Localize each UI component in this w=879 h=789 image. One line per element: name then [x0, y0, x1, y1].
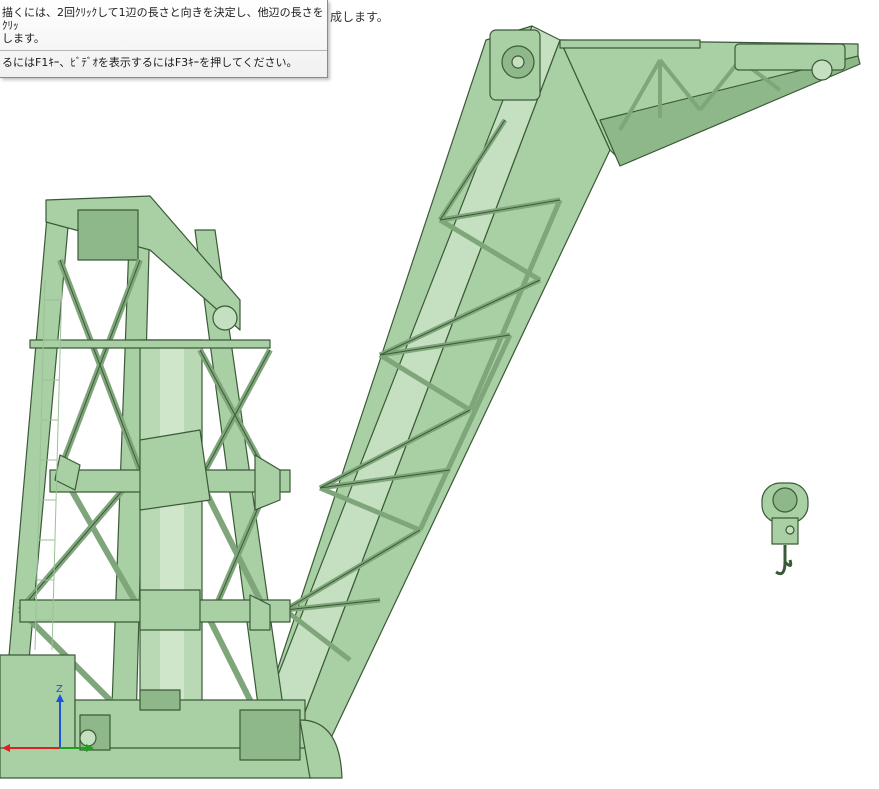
tooltip-divider [0, 50, 327, 51]
tooltip-line-1: 描くには、2回ｸﾘｯｸして1辺の長さと向きを決定し、他辺の長さをｸﾘｯ [2, 6, 324, 32]
tooltip-line-2: します。 [2, 32, 45, 45]
sketch-tooltip: 描くには、2回ｸﾘｯｸして1辺の長さと向きを決定し、他辺の長さをｸﾘｯ します。… [0, 0, 328, 78]
hook-block[interactable] [761, 482, 809, 576]
status-message: 成します。 [330, 10, 389, 24]
crane-boom[interactable] [261, 25, 611, 741]
tooltip-help-hint: るにはF1ｷｰ、ﾋﾞﾃﾞｵを表示するにはF3ｷｰを押してください。 [2, 56, 298, 69]
3d-viewport[interactable]: Z [0, 0, 879, 789]
triad-z-label: Z [56, 684, 63, 695]
tooltip-body: 描くには、2回ｸﾘｯｸして1辺の長さと向きを決定し、他辺の長さをｸﾘｯ します。 [2, 6, 324, 45]
